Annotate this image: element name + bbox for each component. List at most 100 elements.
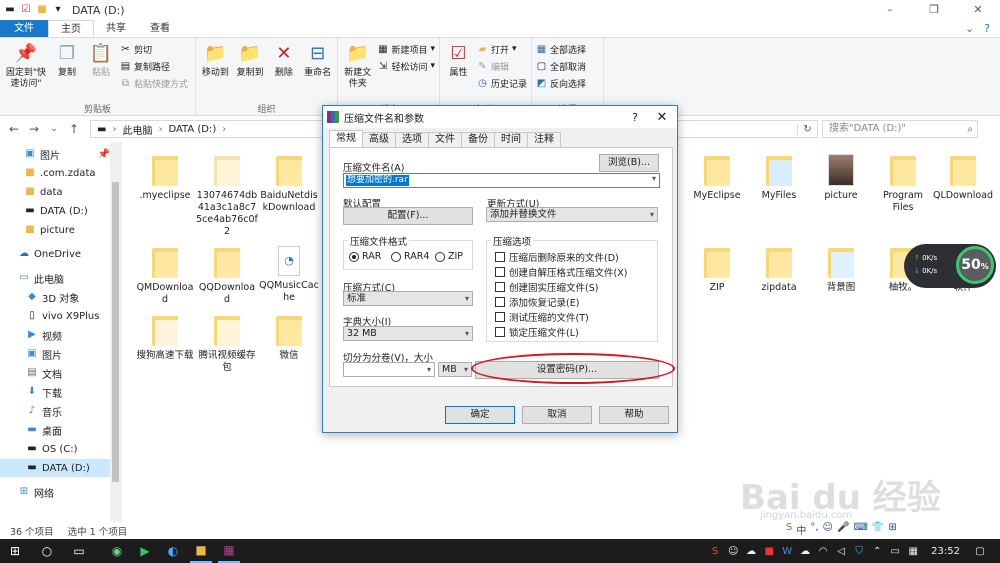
archive-name-input[interactable]: 想要加密的.rar ▾ [343,173,660,188]
chevron-down-icon[interactable]: ▾ [652,174,656,183]
list-item[interactable]: picture [810,154,872,202]
list-item[interactable]: QQDownload [196,246,258,306]
tab-comment[interactable]: 注释 [527,132,561,147]
invert-selection-button[interactable]: ◩ 反向选择 [536,76,586,90]
delete-button[interactable]: ✕ 删除 [269,40,298,102]
sidebar-item-pictures[interactable]: ▣ 图片 [0,345,110,363]
windows-start-icon[interactable]: ⊞ [4,539,26,563]
move-to-button[interactable]: 📁 移动到 [200,40,231,102]
pin-quick-access-button[interactable]: 📌 固定到"快速访问" [4,40,48,102]
browser-icon[interactable]: ◐ [162,539,184,563]
volume-icon[interactable]: ◁ [835,546,847,557]
help-button[interactable]: 帮助 [599,406,669,424]
chevron-up-icon[interactable]: ⌃ [871,546,883,557]
format-rar-radio[interactable]: RAR [349,251,381,262]
sidebar-item-picture[interactable]: ■ picture [0,221,110,239]
ok-button[interactable]: 确定 [445,406,515,424]
sidebar-item-music[interactable]: ♪ 音乐 [0,402,110,420]
sidebar-item-pictures-pinned[interactable]: ▣ 图片 📌 [0,145,110,163]
list-item[interactable]: 微信 [258,314,320,362]
list-item[interactable]: .myeclipse [134,154,196,202]
breadcrumb-this-pc[interactable]: 此电脑 [122,122,152,137]
network-tray-icon[interactable]: ▦ [907,546,919,557]
sidebar-scrollbar[interactable] [110,142,121,522]
browse-button[interactable]: 浏览(B)... [599,154,659,172]
split-volume-input[interactable]: ▾ [343,362,435,377]
format-zip-radio[interactable]: ZIP [435,251,463,262]
sidebar-item-onedrive[interactable]: ☁ OneDrive [0,245,110,263]
app-icon-1[interactable]: ◉ [106,539,128,563]
paste-shortcut-button[interactable]: ⧉ 粘贴快捷方式 [120,76,188,90]
network-speed-widget[interactable]: ↑ 0K/s ↓ 0K/s 50% [904,244,996,288]
sogou-tray-icon[interactable]: S [709,546,721,557]
copy-button[interactable]: ❐ 复制 [52,40,82,102]
skin-icon[interactable]: 👕 [872,522,884,537]
option-recovery-checkbox[interactable]: 添加恢复记录(E) [495,295,579,309]
cloud-tray-icon[interactable]: ☁ [745,546,757,557]
tab-share[interactable]: 共享 [94,20,138,37]
copy-to-button[interactable]: 📁 复制到 [235,40,266,102]
format-rar4-radio[interactable]: RAR4 [391,251,429,262]
new-item-button[interactable]: ▦ 新建项目 ▾ [377,42,435,56]
clock[interactable]: 23:52 [931,546,960,557]
dictionary-size-select[interactable]: 32 MB ▾ [343,326,473,341]
drive-icon[interactable]: ▬ [4,4,16,16]
config-button[interactable]: 配置(F)... [343,207,473,225]
list-item[interactable]: ◔ QQMusicCache [258,246,320,304]
grid-icon[interactable]: ⊞ [888,522,896,537]
chevron-down-icon[interactable]: ⌄ [965,22,974,35]
forward-arrow-icon[interactable]: → [24,122,44,136]
sidebar-item-data-drive-quick[interactable]: ▬ DATA (D:) [0,202,110,220]
maximize-button[interactable]: ❐ [912,0,956,20]
task-view-icon[interactable]: ▭ [68,539,90,563]
sidebar-item-os-c[interactable]: ▬ OS (C:) [0,440,110,458]
option-solid-checkbox[interactable]: 创建固实压缩文件(S) [495,280,598,294]
list-item[interactable]: Program Files [872,154,934,214]
refresh-icon[interactable]: ↻ [797,123,817,135]
list-item[interactable]: ZIP [686,246,748,294]
option-test-checkbox[interactable]: 测试压缩的文件(T) [495,310,589,324]
tab-file[interactable]: 文件 [0,20,48,37]
option-sfx-checkbox[interactable]: 创建自解压格式压缩文件(X) [495,265,627,279]
chevron-down-icon[interactable]: ▾ [52,4,64,16]
easy-access-button[interactable]: ⇲ 轻松访问 ▾ [377,59,435,73]
cancel-button[interactable]: 取消 [522,406,592,424]
select-all-button[interactable]: ▦ 全部选择 [536,42,586,56]
list-item[interactable]: MyEclipse [686,154,748,202]
media-player-icon[interactable]: ▶ [134,539,156,563]
tab-general[interactable]: 常规 [329,130,363,147]
tray-app-icon[interactable]: ☺ [727,546,739,557]
list-item[interactable]: MyFiles [748,154,810,202]
file-explorer-icon[interactable]: ■ [190,539,212,563]
sidebar-item-vivo[interactable]: ▯ vivo X9Plus [0,307,110,325]
compression-method-select[interactable]: 标准 ▾ [343,291,473,306]
list-item[interactable]: 13074674db41a3c1a8c75ce4ab76c0f2 [196,154,258,238]
scrollbar-thumb[interactable] [112,182,119,482]
sidebar-item-network[interactable]: ⊞ 网络 [0,483,110,501]
tray-red-icon[interactable]: ■ [763,546,775,557]
edit-button[interactable]: ✎ 编辑 [477,59,527,73]
minimize-button[interactable]: – [868,0,912,20]
list-item[interactable]: 腾讯视频缓存包 [196,314,258,374]
list-item[interactable]: 搜狗高速下载 [134,314,196,362]
copy-path-button[interactable]: ▤ 复制路径 [120,59,188,73]
notification-icon[interactable]: ▢ [974,546,986,557]
emoji-icon[interactable]: ☺ [823,522,833,537]
back-arrow-icon[interactable]: ← [4,122,24,136]
sogou-ime-icon[interactable]: S [786,522,792,537]
new-folder-button[interactable]: 📁 新建文件夹 [342,40,373,102]
tab-view[interactable]: 查看 [138,20,182,37]
tab-advanced[interactable]: 高级 [362,132,396,147]
close-window-button[interactable]: ✕ [956,0,1000,20]
sidebar-item-downloads[interactable]: ⬇ 下载 [0,383,110,401]
set-password-button[interactable]: 设置密码(P)... [475,361,659,379]
keyboard-icon[interactable]: ⌨ [853,522,867,537]
word-icon[interactable]: W [781,546,793,557]
tab-files[interactable]: 文件 [428,132,462,147]
wifi-icon[interactable]: ◠ [817,546,829,557]
sidebar-item-documents[interactable]: ▤ 文档 [0,364,110,382]
dialog-help-icon[interactable]: ? [623,111,647,124]
list-item[interactable]: QLDownload [932,154,994,202]
option-delete-after-checkbox[interactable]: 压缩后删除原来的文件(D) [495,250,619,264]
open-button[interactable]: ▰ 打开 ▾ [477,42,527,56]
